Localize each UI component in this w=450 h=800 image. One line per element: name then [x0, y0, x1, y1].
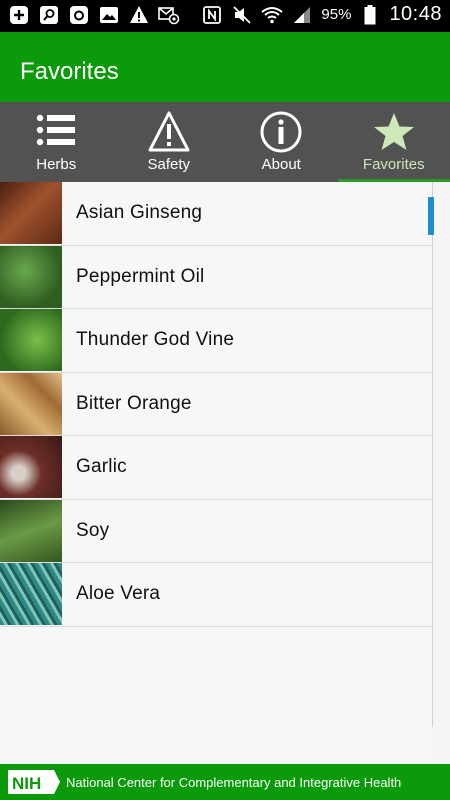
- wifi-icon: [261, 4, 284, 26]
- favorites-list: Asian Ginseng Peppermint Oil Thunder God…: [0, 182, 433, 764]
- herb-name: Soy: [76, 519, 110, 541]
- tab-favorites[interactable]: Favorites: [337, 102, 450, 182]
- nih-logo-text: NIH: [12, 774, 41, 793]
- battery-percent: 95%: [321, 6, 352, 23]
- herb-name: Garlic: [76, 456, 127, 478]
- nih-logo: NIH: [8, 770, 60, 794]
- herb-name: Thunder God Vine: [76, 329, 235, 351]
- herb-thumbnail: [0, 245, 62, 308]
- list-item[interactable]: Thunder God Vine: [0, 309, 433, 373]
- list-item[interactable]: Bitter Orange: [0, 372, 433, 436]
- star-icon: [372, 110, 416, 154]
- status-bar: 95% 10:48: [0, 0, 450, 32]
- herb-thumbnail: [0, 563, 62, 626]
- herb-name: Peppermint Oil: [76, 265, 205, 287]
- tab-label: About: [261, 156, 301, 173]
- notification-icons: [8, 4, 180, 26]
- image-icon: [98, 4, 120, 26]
- search-app-icon: [38, 4, 60, 26]
- add-box-icon: [8, 4, 30, 26]
- org-name: National Center for Complementary and In…: [66, 774, 402, 790]
- herb-thumbnail: [0, 309, 62, 372]
- herb-name: Asian Ginseng: [76, 202, 203, 224]
- herb-name: Aloe Vera: [76, 583, 161, 605]
- nfc-icon: [201, 4, 223, 26]
- warning-icon: [128, 4, 150, 26]
- list-item[interactable]: Peppermint Oil: [0, 245, 433, 309]
- herb-thumbnail: [0, 499, 62, 562]
- footer-banner: NIH National Center for Complementary an…: [0, 764, 450, 800]
- list-item[interactable]: Aloe Vera: [0, 563, 433, 627]
- tab-label: Herbs: [36, 156, 77, 173]
- system-icons: 95% 10:48: [201, 3, 442, 26]
- scrollbar-thumb[interactable]: [428, 197, 434, 235]
- signal-icon: [291, 4, 313, 26]
- tab-safety[interactable]: Safety: [113, 102, 226, 182]
- info-icon: [259, 110, 303, 154]
- scroll-track: [432, 182, 433, 727]
- mute-icon: [231, 4, 253, 26]
- page-title: Favorites: [20, 58, 119, 85]
- app-bar: Favorites: [0, 32, 450, 102]
- list-item[interactable]: Asian Ginseng: [0, 182, 433, 246]
- list-item[interactable]: Soy: [0, 499, 433, 563]
- herb-thumbnail: [0, 372, 62, 435]
- tab-label: Safety: [147, 156, 191, 173]
- herb-name: Bitter Orange: [76, 392, 192, 414]
- tab-about[interactable]: About: [225, 102, 338, 182]
- list-icon: [34, 110, 78, 154]
- list-item[interactable]: Garlic: [0, 436, 433, 500]
- clock: 10:48: [389, 3, 442, 25]
- tab-herbs[interactable]: Herbs: [0, 102, 113, 182]
- warning-icon: [147, 110, 191, 154]
- battery-icon: [359, 4, 381, 26]
- tab-label: Favorites: [362, 156, 425, 173]
- instagram-icon: [68, 4, 90, 26]
- mail-at-icon: [158, 4, 180, 26]
- tab-bar: Herbs Safety About Favorites: [0, 102, 450, 182]
- herb-thumbnail: [0, 436, 62, 499]
- herb-thumbnail: [0, 182, 62, 245]
